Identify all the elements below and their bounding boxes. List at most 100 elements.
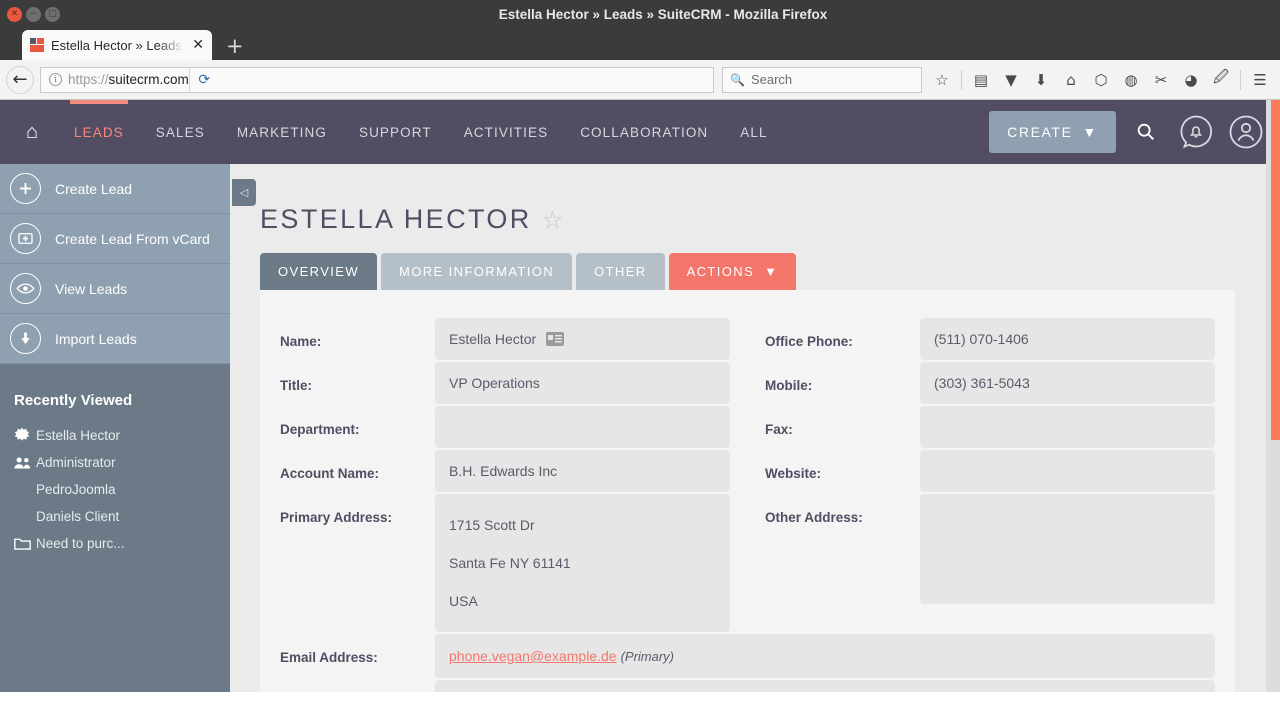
field-department: Department: <box>280 406 730 448</box>
tab-more-information[interactable]: MORE INFORMATION <box>381 253 572 290</box>
container-icon[interactable]: ⬡ <box>1087 66 1115 94</box>
field-office-phone: Office Phone: (511) 070-1406 <box>765 318 1215 360</box>
screenshot-icon[interactable]: ✂ <box>1147 66 1175 94</box>
home-icon[interactable]: ⌂ <box>1057 66 1085 94</box>
crm-home-icon[interactable]: ⌂ <box>6 121 58 144</box>
globe-icon[interactable]: ◍ <box>1117 66 1145 94</box>
crm-menu-item-activities[interactable]: ACTIVITIES <box>448 100 565 164</box>
downloads-icon[interactable]: ⬇ <box>1027 66 1055 94</box>
eye-icon <box>10 273 41 304</box>
field-email-address: Email Address: phone.vegan@example.de (P… <box>280 634 1215 678</box>
recent-item-need-to-purchase[interactable]: Need to purc... <box>0 530 230 557</box>
crm-menu-item-collaboration[interactable]: COLLABORATION <box>564 100 724 164</box>
chevron-down-icon: ▼ <box>764 264 778 279</box>
sidebar-item-create-lead-from-vcard[interactable]: Create Lead From vCard <box>0 214 230 264</box>
field-value[interactable] <box>920 406 1215 448</box>
field-value[interactable]: B.H. Edwards Inc <box>435 450 730 492</box>
recent-item-label: PedroJoomla <box>36 482 116 497</box>
library-icon[interactable]: ▤ <box>967 66 995 94</box>
favorite-star-icon[interactable]: ☆ <box>542 206 566 234</box>
create-button[interactable]: CREATE ▼ <box>989 111 1116 153</box>
extension-icon[interactable]: ◕ <box>1177 66 1205 94</box>
new-tab-button[interactable]: + <box>226 36 244 57</box>
field-label: Description: <box>280 680 435 692</box>
pocket-icon[interactable]: ▼ <box>997 66 1025 94</box>
plus-icon <box>10 173 41 204</box>
chevron-down-icon: ▼ <box>1083 124 1098 140</box>
crm-menu-item-support[interactable]: SUPPORT <box>343 100 448 164</box>
crm-menu-item-sales[interactable]: SALES <box>140 100 221 164</box>
field-value[interactable]: Estella Hector <box>435 318 730 360</box>
recent-item-estella-hector[interactable]: Estella Hector <box>0 421 230 449</box>
window-title: Estella Hector » Leads » SuiteCRM - Mozi… <box>0 7 1280 22</box>
url-bar[interactable]: i https://suitecrm.com ⟳ <box>40 67 714 93</box>
user-profile-icon[interactable] <box>1226 112 1266 152</box>
crm-module-menu: LEADS SALES MARKETING SUPPORT ACTIVITIES… <box>58 100 784 164</box>
lead-star-icon <box>14 427 36 443</box>
recent-item-administrator[interactable]: Administrator <box>0 449 230 476</box>
crm-menu-item-all[interactable]: ALL <box>724 100 783 164</box>
field-row-email: Email Address: phone.vegan@example.de (P… <box>280 634 1215 678</box>
field-value[interactable] <box>435 680 1215 692</box>
create-button-label: CREATE <box>1007 124 1072 140</box>
page-scrollbar-track[interactable] <box>1266 100 1280 692</box>
browser-search-box[interactable]: 🔍 Search <box>722 67 922 93</box>
field-website: Website: <box>765 450 1215 492</box>
field-row: Name: Estella Hector Office Phone: (511)… <box>280 318 1215 360</box>
sidebar-item-create-lead[interactable]: Create Lead <box>0 164 230 214</box>
sidebar-collapse-toggle[interactable]: ◁ <box>232 179 256 206</box>
window-minimize-button[interactable]: − <box>26 7 41 22</box>
field-value[interactable] <box>920 494 1215 604</box>
crm-menu-item-leads[interactable]: LEADS <box>58 100 140 164</box>
tab-close-icon[interactable]: ✕ <box>192 38 204 52</box>
crm-body: Create Lead Create Lead From vCard <box>0 164 1280 692</box>
field-value[interactable]: (303) 361-5043 <box>920 362 1215 404</box>
bookmark-star-icon[interactable]: ☆ <box>928 66 956 94</box>
recent-item-daniels-client[interactable]: Daniels Client <box>0 503 230 530</box>
tab-overview[interactable]: OVERVIEW <box>260 253 377 290</box>
search-placeholder: Search <box>751 72 792 87</box>
vcard-icon[interactable] <box>546 332 564 346</box>
field-row: Title: VP Operations Mobile: (303) 361-5… <box>280 362 1215 404</box>
notifications-icon[interactable] <box>1176 112 1216 152</box>
users-icon <box>14 456 36 470</box>
recent-item-pedrojoomla[interactable]: PedroJoomla <box>0 476 230 503</box>
email-link[interactable]: phone.vegan@example.de <box>449 648 617 664</box>
sidebar-item-import-leads[interactable]: Import Leads <box>0 314 230 364</box>
suitecrm-app: ⌂ LEADS SALES MARKETING SUPPORT ACTIVITI… <box>0 100 1280 692</box>
browser-toolbar-icons: ☆ ▤ ▼ ⬇ ⌂ ⬡ ◍ ✂ ◕ 🖉 ☰ <box>928 66 1274 94</box>
crm-menu-item-marketing[interactable]: MARKETING <box>221 100 343 164</box>
field-row: Account Name: B.H. Edwards Inc Website: <box>280 450 1215 492</box>
window-close-button[interactable]: ✕ <box>7 7 22 22</box>
field-account-name: Account Name: B.H. Edwards Inc <box>280 450 730 492</box>
field-value[interactable]: VP Operations <box>435 362 730 404</box>
page-title: ESTELLA HECTOR ☆ <box>230 164 1280 235</box>
window-title-text: Estella Hector » Leads » SuiteCRM - Mozi… <box>499 7 828 22</box>
sidebar-item-label: Import Leads <box>55 331 137 347</box>
tab-actions[interactable]: ACTIONS ▼ <box>669 253 797 290</box>
crm-search-icon[interactable] <box>1126 112 1166 152</box>
field-value[interactable]: 1715 Scott Dr Santa Fe NY 61141 USA <box>435 494 730 632</box>
reload-icon[interactable]: ⟳ <box>189 68 219 92</box>
field-value[interactable] <box>435 406 730 448</box>
menu-hamburger-icon[interactable]: ☰ <box>1246 66 1274 94</box>
field-label: Other Address: <box>765 494 920 525</box>
browser-tab[interactable]: Estella Hector » Leads ✕ <box>22 30 212 60</box>
address-line-2: Santa Fe NY 61141 <box>449 544 571 582</box>
field-label: Fax: <box>765 406 920 437</box>
back-button[interactable]: ← <box>6 66 34 94</box>
field-label: Website: <box>765 450 920 481</box>
tab-other[interactable]: OTHER <box>576 253 665 290</box>
sidebar-item-view-leads[interactable]: View Leads <box>0 264 230 314</box>
page-scrollbar-thumb[interactable] <box>1271 100 1280 440</box>
site-info-icon[interactable]: i <box>49 73 62 86</box>
eyedropper-icon[interactable]: 🖉 <box>1207 66 1235 94</box>
field-value[interactable] <box>920 450 1215 492</box>
search-icon: 🔍 <box>730 73 745 87</box>
recent-item-label: Need to purc... <box>36 536 125 551</box>
window-maximize-button[interactable]: ▢ <box>45 7 60 22</box>
field-value[interactable]: (511) 070-1406 <box>920 318 1215 360</box>
tab-actions-label: ACTIONS <box>687 264 755 279</box>
recent-item-label: Administrator <box>36 455 116 470</box>
field-value[interactable]: phone.vegan@example.de (Primary) <box>435 634 1215 678</box>
